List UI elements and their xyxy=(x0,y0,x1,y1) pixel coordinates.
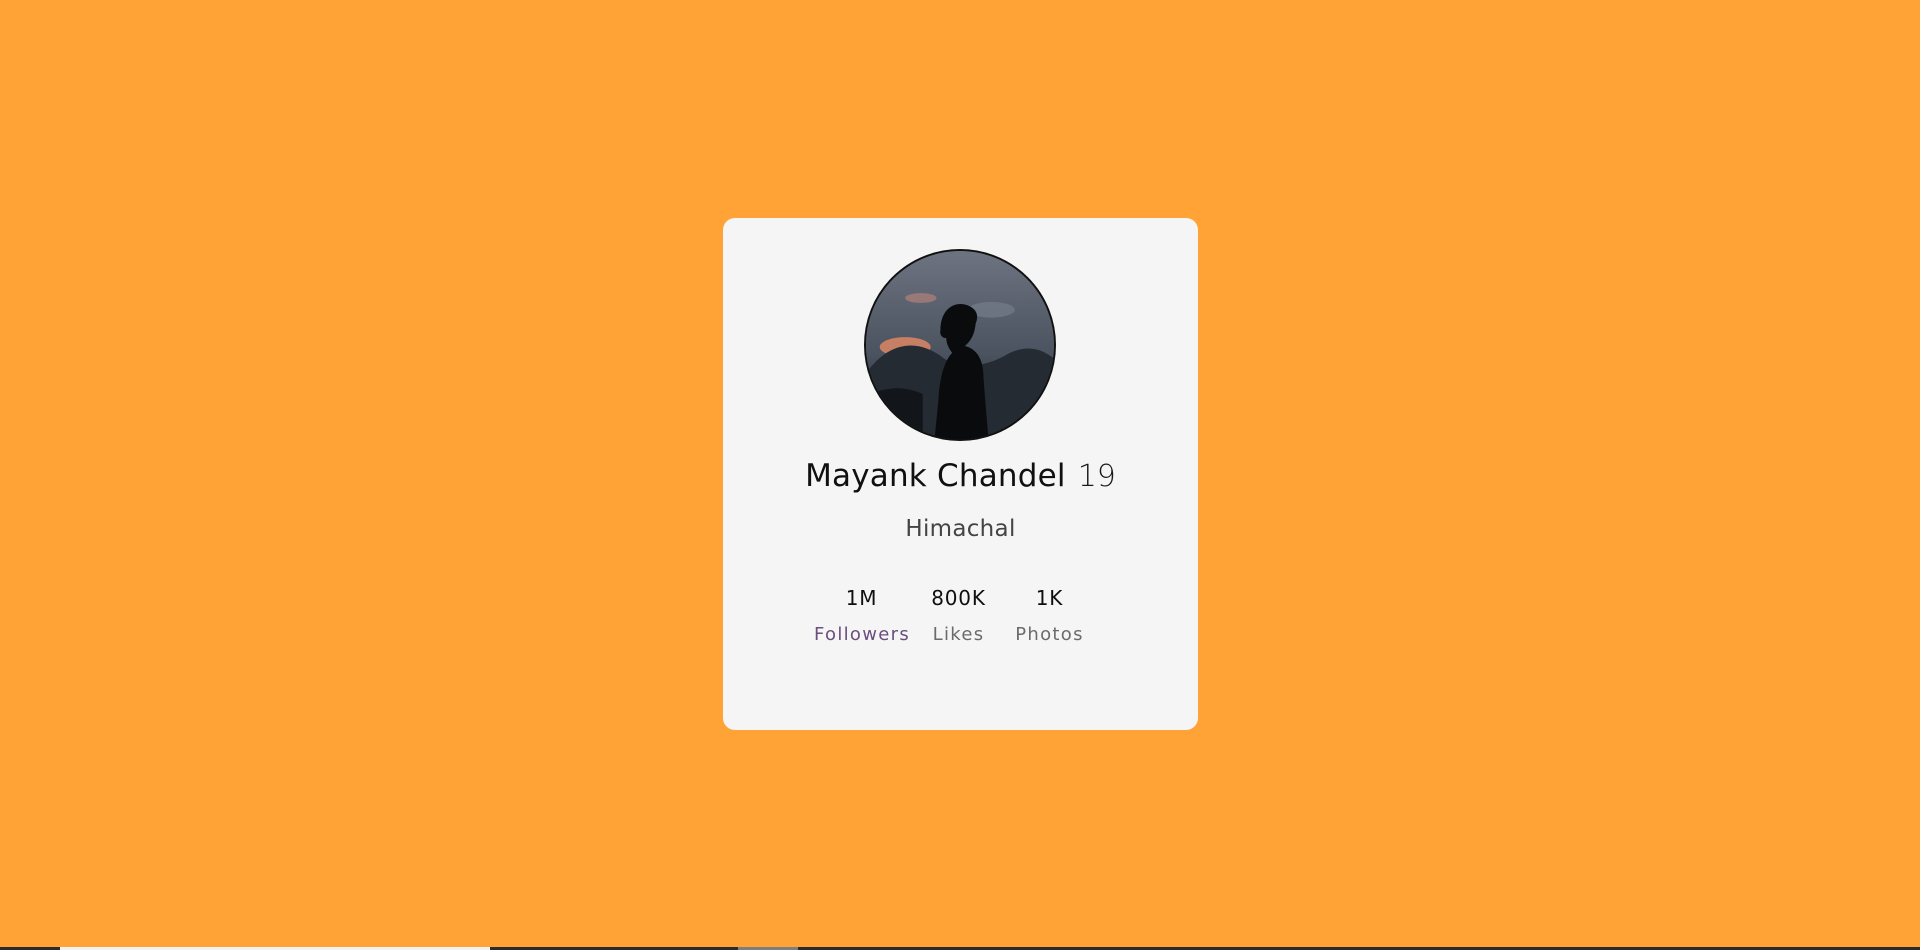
profile-location: Himachal xyxy=(905,516,1016,542)
profile-stats: 1M Followers 800K Likes 1K Photos xyxy=(814,586,1108,656)
stat-photos-label: Photos xyxy=(1015,624,1084,645)
profile-name: Mayank Chandel xyxy=(805,458,1066,494)
profile-heading: Mayank Chandel 19 xyxy=(723,458,1198,494)
stat-likes: 800K Likes xyxy=(911,586,1006,645)
stat-photos: 1K Photos xyxy=(1002,586,1097,645)
stat-likes-label: Likes xyxy=(932,624,985,645)
silhouette-icon xyxy=(866,251,1054,439)
stat-followers-value: 1M xyxy=(845,586,878,610)
stat-followers-label: Followers xyxy=(814,624,911,645)
stat-followers: 1M Followers xyxy=(814,586,909,645)
stat-likes-value: 800K xyxy=(931,586,986,610)
profile-age: 19 xyxy=(1077,459,1116,494)
avatar xyxy=(864,249,1056,441)
profile-card: Mayank Chandel 19 Himachal 1M Followers 8… xyxy=(723,218,1198,730)
stat-photos-value: 1K xyxy=(1035,586,1064,610)
